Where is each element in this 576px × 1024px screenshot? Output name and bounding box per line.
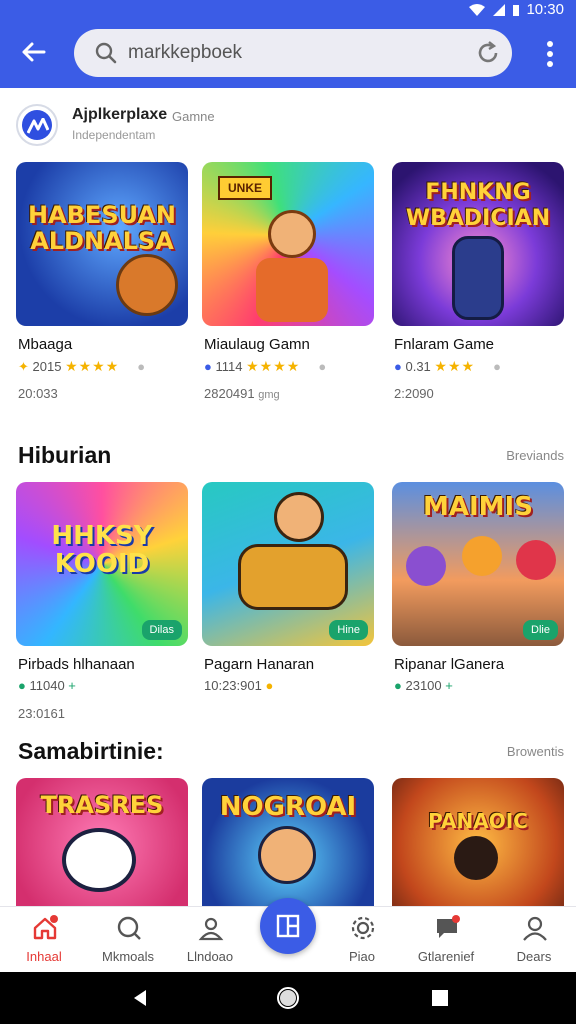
center-action-button[interactable]	[260, 898, 316, 954]
game-rating: 10:23:901 ●	[204, 678, 274, 693]
game-thumbnail: NOGROAI	[202, 778, 374, 906]
rating-stars-icon: ★★★★	[246, 358, 301, 374]
system-navigation-bar	[0, 972, 576, 1024]
nav-home-icon[interactable]	[276, 986, 300, 1010]
search-icon	[95, 42, 117, 64]
game-rating: ● 1114 ★★★★ ●	[204, 358, 327, 374]
game-art-title: FHNKNG WBADICIAN	[405, 180, 551, 231]
game-thumbnail: TRASRES	[16, 778, 188, 906]
badge: Hine	[329, 620, 368, 640]
game-title: Fnlaram Game	[394, 336, 495, 353]
rating-stars-icon: ★★★	[434, 358, 476, 374]
app-bar: markkepboek	[0, 20, 576, 88]
game-card[interactable]: PANAOIC	[392, 778, 564, 906]
game-thumbnail: HHKSY KOOID Dilas	[16, 482, 188, 646]
game-rating: ● 11040 +	[18, 678, 76, 693]
game-rating: ✦ 2015 ★★★★ ●	[18, 358, 146, 374]
game-rating: ● 0.31 ★★★ ●	[394, 358, 501, 374]
reload-icon[interactable]	[474, 39, 502, 67]
status-time: 10:30	[526, 1, 564, 18]
section-title: Samabirtinie:	[18, 738, 164, 764]
game-thumbnail: PANAOIC	[392, 778, 564, 906]
more-vert-icon[interactable]	[542, 38, 558, 70]
developer-logo	[16, 104, 58, 146]
game-art-title: HABESUAN ALDNALSA	[27, 201, 177, 255]
section-more-link[interactable]: Browentis	[507, 744, 564, 759]
chat-icon	[437, 915, 460, 938]
game-rating: ● 23100 +	[394, 678, 453, 693]
badge: Dlie	[523, 620, 558, 640]
developer-tag: Gamne	[172, 109, 215, 124]
nav-recents-icon[interactable]	[430, 988, 450, 1008]
nav-back-icon[interactable]	[130, 988, 150, 1008]
game-thumbnail: MAIMIS Dlie	[392, 482, 564, 646]
download-count: 2:2090	[394, 386, 434, 401]
game-title: Pagarn Hanaran	[204, 656, 315, 673]
battery-icon	[513, 4, 520, 16]
download-count: 23:0161	[18, 706, 65, 721]
status-bar: 10:30	[0, 0, 576, 20]
search-bar[interactable]: markkepboek	[74, 29, 512, 77]
back-arrow-icon[interactable]	[14, 32, 54, 72]
developer-subtitle: Independentam	[72, 128, 156, 142]
game-title: Ripanar lGanera	[394, 656, 505, 673]
game-title: Pirbads hlhanaan	[18, 656, 135, 673]
game-thumbnail: UNKE	[202, 162, 374, 326]
settings-icon	[351, 916, 375, 940]
game-art-title: MAIMIS	[423, 492, 533, 522]
download-count: 20:033	[18, 386, 58, 401]
game-art-title: PANAOIC	[428, 809, 528, 833]
logo-mark-icon	[27, 118, 49, 134]
nav-chat[interactable]: Gtlarenief	[406, 907, 486, 973]
game-art-title: TRASRES	[40, 791, 164, 819]
game-thumbnail: HABESUAN ALDNALSA	[16, 162, 188, 326]
game-card[interactable]: TRASRES	[16, 778, 188, 906]
game-art-title: UNKE	[218, 176, 273, 200]
rating-stars-icon: ★★★★	[65, 358, 120, 374]
game-card[interactable]: NOGROAI	[202, 778, 374, 906]
badge: Dilas	[141, 620, 182, 640]
section-title: Hiburian	[18, 442, 112, 468]
person-icon	[198, 917, 224, 941]
game-art-title: NOGROAI	[219, 792, 357, 822]
game-thumbnail: FHNKNG WBADICIAN	[392, 162, 564, 326]
signal-icon	[493, 3, 506, 16]
nav-settings[interactable]: Piao	[322, 907, 402, 973]
game-title: Miaulaug Gamn	[204, 336, 310, 353]
nav-search[interactable]: Mkmoals	[88, 907, 168, 973]
search-icon	[117, 916, 141, 940]
section-more-link[interactable]: Breviands	[506, 448, 564, 463]
grid-icon	[276, 914, 300, 938]
search-input[interactable]: markkepboek	[128, 42, 242, 64]
home-icon	[33, 915, 58, 940]
nav-account[interactable]: Dears	[494, 907, 574, 973]
game-title: Mbaaga	[18, 336, 73, 353]
account-icon	[523, 916, 547, 941]
wifi-icon	[469, 3, 486, 16]
nav-home[interactable]: Inhaal	[4, 907, 84, 973]
developer-name: Ajplkerplaxe	[72, 106, 168, 123]
game-thumbnail: Hine	[202, 482, 374, 646]
game-art-title: HHKSY KOOID	[51, 521, 153, 579]
nav-profile[interactable]: Llndoao	[170, 907, 250, 973]
download-count: 2820491 gmg	[204, 386, 280, 401]
developer-header[interactable]: Ajplkerplaxe Gamne Independentam	[16, 104, 316, 148]
